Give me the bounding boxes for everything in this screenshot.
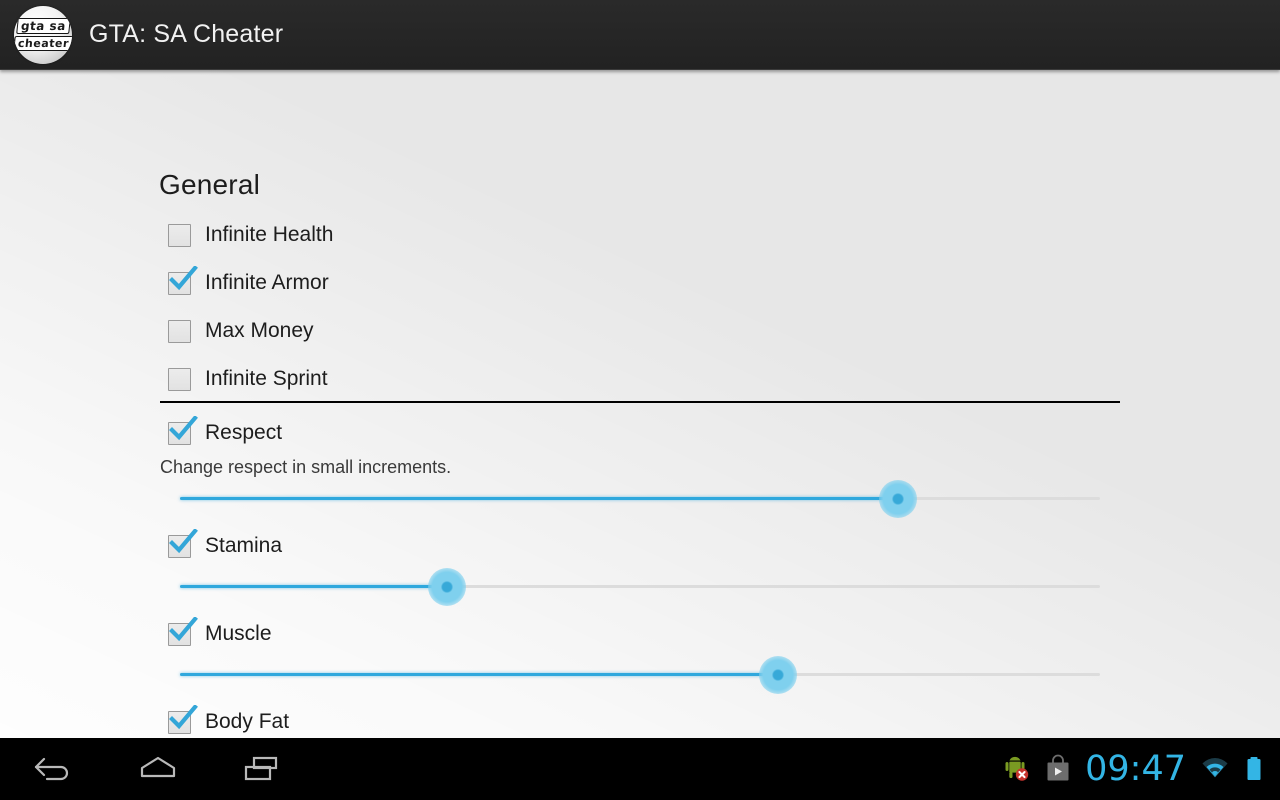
checkbox-row-infinite-armor[interactable]: Infinite Armor — [168, 265, 329, 295]
checkbox-row-body-fat[interactable]: Body Fat — [168, 704, 290, 734]
checkbox-label-respect: Respect — [205, 421, 283, 444]
checkbox-label-max-money: Max Money — [205, 319, 314, 342]
respect-description: Change respect in small increments. — [160, 457, 452, 477]
settings-content: General Infinite Health Infinite Armor M… — [0, 70, 1280, 738]
slider-fill — [180, 497, 898, 500]
checkbox-row-infinite-health[interactable]: Infinite Health — [168, 223, 333, 247]
checkbox-row-infinite-sprint[interactable]: Infinite Sprint — [168, 367, 328, 391]
checkbox-label-infinite-armor: Infinite Armor — [205, 271, 329, 294]
checkbox-infinite-armor[interactable] — [168, 265, 198, 295]
slider-fill — [180, 585, 447, 588]
slider-stamina[interactable] — [180, 566, 1100, 606]
checkbox-label-infinite-sprint: Infinite Sprint — [205, 367, 328, 390]
checkbox-row-muscle[interactable]: Muscle — [168, 616, 272, 646]
checkbox-label-muscle: Muscle — [205, 622, 272, 645]
nav-back-button[interactable] — [30, 749, 78, 789]
nav-recent-apps-button[interactable] — [238, 749, 286, 789]
checkbox-muscle[interactable] — [168, 616, 198, 646]
slider-respect[interactable] — [180, 478, 1100, 518]
nav-buttons-group — [0, 749, 286, 789]
slider-fill — [180, 673, 778, 676]
nav-home-button[interactable] — [134, 749, 182, 789]
status-icons-group: 09:47 — [999, 748, 1280, 789]
checkbox-body-fat[interactable] — [168, 704, 198, 734]
android-error-icon[interactable] — [999, 753, 1031, 785]
checkbox-label-body-fat: Body Fat — [205, 710, 290, 733]
back-arrow-icon — [34, 757, 69, 781]
checkbox-max-money[interactable] — [168, 319, 191, 343]
checkbox-infinite-health[interactable] — [168, 223, 191, 247]
checkbox-row-max-money[interactable]: Max Money — [168, 319, 314, 343]
slider-thumb-muscle[interactable] — [759, 655, 797, 694]
checkbox-stamina[interactable] — [168, 528, 198, 558]
slider-thumb-stamina[interactable] — [427, 567, 466, 606]
battery-icon — [1244, 754, 1264, 784]
slider-muscle[interactable] — [180, 654, 1100, 694]
slider-thumb-respect[interactable] — [878, 479, 917, 518]
play-store-icon[interactable] — [1044, 754, 1072, 784]
app-logo-line-2: cheater — [14, 36, 72, 51]
app-title: GTA: SA Cheater — [89, 20, 284, 48]
page-title: General — [159, 169, 261, 200]
app-screen: gta sa cheater GTA: SA Cheater General I… — [0, 0, 1280, 800]
action-bar: gta sa cheater GTA: SA Cheater — [0, 0, 1280, 70]
checkbox-label-stamina: Stamina — [205, 534, 283, 557]
checkbox-row-respect[interactable]: Respect — [168, 415, 283, 445]
app-logo-line-1: gta sa — [15, 18, 71, 34]
checkmark-icon — [169, 265, 198, 290]
checkmark-icon — [169, 704, 198, 729]
checkmark-icon — [169, 528, 198, 553]
home-icon — [140, 756, 176, 778]
section-divider — [160, 401, 1120, 403]
status-clock: 09:47 — [1085, 748, 1186, 789]
checkmark-icon — [169, 415, 198, 440]
app-logo-icon[interactable]: gta sa cheater — [14, 5, 72, 64]
recent-apps-icon — [244, 756, 278, 781]
wifi-icon — [1199, 755, 1231, 783]
checkbox-infinite-sprint[interactable] — [168, 367, 191, 391]
checkbox-label-infinite-health: Infinite Health — [205, 223, 334, 246]
checkmark-icon — [169, 616, 198, 641]
checkbox-respect[interactable] — [168, 415, 198, 445]
system-navigation-bar: 09:47 — [0, 738, 1280, 800]
checkbox-row-stamina[interactable]: Stamina — [168, 528, 283, 558]
